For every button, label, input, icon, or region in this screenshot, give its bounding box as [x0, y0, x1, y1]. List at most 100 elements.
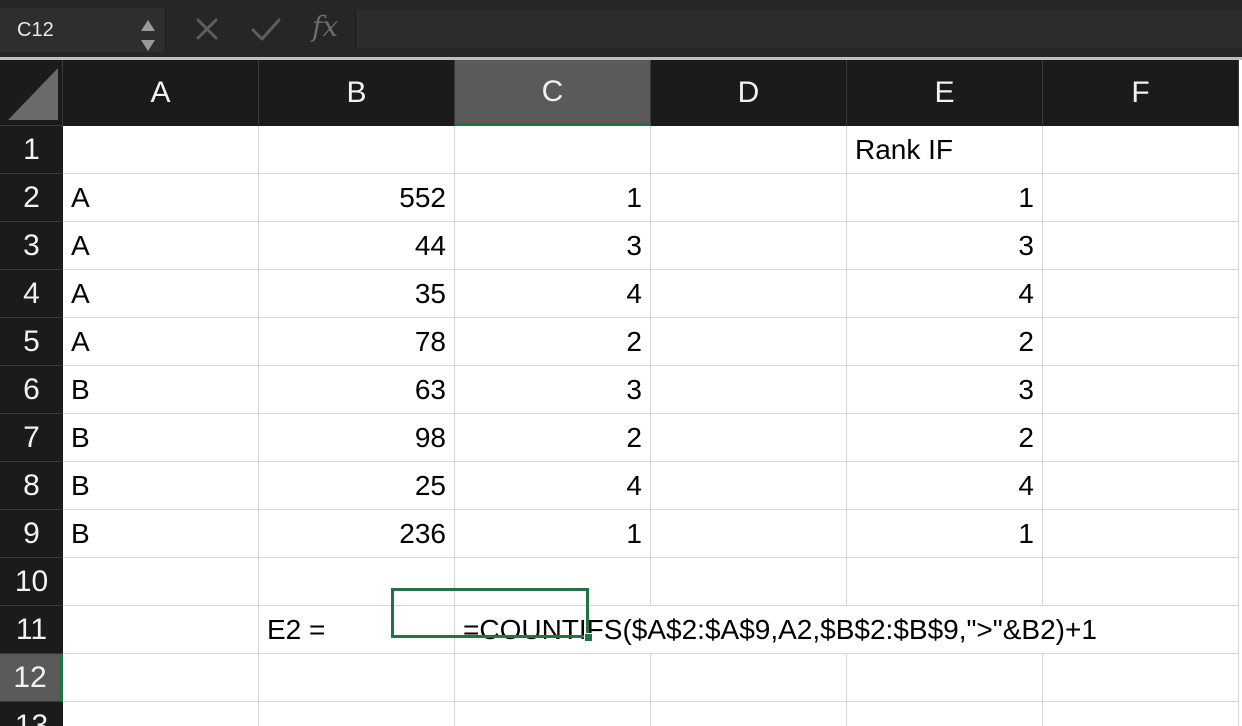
cell-d2[interactable] — [651, 174, 847, 222]
select-all-corner[interactable] — [0, 60, 63, 126]
cell-d7[interactable] — [651, 414, 847, 462]
stepper-icon[interactable] — [139, 18, 157, 54]
row-header-4[interactable]: 4 — [0, 270, 63, 318]
name-box[interactable]: C12 — [0, 8, 166, 52]
column-header-a[interactable]: A — [63, 60, 259, 126]
cell-c3[interactable]: 3 — [455, 222, 651, 270]
cell-a11[interactable] — [63, 606, 259, 654]
row-header-9[interactable]: 9 — [0, 510, 63, 558]
cell-b13[interactable] — [259, 702, 455, 726]
cell-a8[interactable]: B — [63, 462, 259, 510]
cell-e7[interactable]: 2 — [847, 414, 1043, 462]
cell-d3[interactable] — [651, 222, 847, 270]
row-header-11[interactable]: 11 — [0, 606, 63, 654]
cell-d4[interactable] — [651, 270, 847, 318]
column-header-f[interactable]: F — [1043, 60, 1239, 126]
column-header-c[interactable]: C — [455, 60, 651, 126]
insert-function-icon[interactable]: fx — [312, 10, 346, 43]
cell-b12[interactable] — [259, 654, 455, 702]
cell-c4[interactable]: 4 — [455, 270, 651, 318]
cell-a2[interactable]: A — [63, 174, 259, 222]
cell-c2[interactable]: 1 — [455, 174, 651, 222]
row-header-6[interactable]: 6 — [0, 366, 63, 414]
cell-f9[interactable] — [1043, 510, 1239, 558]
row-header-5[interactable]: 5 — [0, 318, 63, 366]
cancel-icon[interactable] — [194, 13, 220, 45]
cell-a7[interactable]: B — [63, 414, 259, 462]
cell-f6[interactable] — [1043, 366, 1239, 414]
cell-f13[interactable] — [1043, 702, 1239, 726]
cell-a6[interactable]: B — [63, 366, 259, 414]
row-header-3[interactable]: 3 — [0, 222, 63, 270]
cell-b8[interactable]: 25 — [259, 462, 455, 510]
cell-e9[interactable]: 1 — [847, 510, 1043, 558]
cell-b10[interactable] — [259, 558, 455, 606]
cell-a1[interactable] — [63, 126, 259, 174]
cell-c10[interactable] — [455, 558, 651, 606]
row-header-7[interactable]: 7 — [0, 414, 63, 462]
cell-b3[interactable]: 44 — [259, 222, 455, 270]
cell-b1[interactable] — [259, 126, 455, 174]
cell-c1[interactable] — [455, 126, 651, 174]
cell-f8[interactable] — [1043, 462, 1239, 510]
row-header-2[interactable]: 2 — [0, 174, 63, 222]
cell-b6[interactable]: 63 — [259, 366, 455, 414]
column-header-d[interactable]: D — [651, 60, 847, 126]
cell-e3[interactable]: 3 — [847, 222, 1043, 270]
row-header-1[interactable]: 1 — [0, 126, 63, 174]
cell-f7[interactable] — [1043, 414, 1239, 462]
cell-e8[interactable]: 4 — [847, 462, 1043, 510]
cell-c6[interactable]: 3 — [455, 366, 651, 414]
cell-e10[interactable] — [847, 558, 1043, 606]
cell-c9[interactable]: 1 — [455, 510, 651, 558]
cell-e5[interactable]: 2 — [847, 318, 1043, 366]
cell-d13[interactable] — [651, 702, 847, 726]
cell-b7[interactable]: 98 — [259, 414, 455, 462]
column-header-b[interactable]: B — [259, 60, 455, 126]
cell-f12[interactable] — [1043, 654, 1239, 702]
cell-e12[interactable] — [847, 654, 1043, 702]
cell-b5[interactable]: 78 — [259, 318, 455, 366]
formula-input[interactable] — [355, 10, 1242, 48]
cell-d6[interactable] — [651, 366, 847, 414]
cell-b9[interactable]: 236 — [259, 510, 455, 558]
cell-c7[interactable]: 2 — [455, 414, 651, 462]
cell-f1[interactable] — [1043, 126, 1239, 174]
cell-c5[interactable]: 2 — [455, 318, 651, 366]
row-header-10[interactable]: 10 — [0, 558, 63, 606]
cell-d8[interactable] — [651, 462, 847, 510]
cell-f5[interactable] — [1043, 318, 1239, 366]
cell-b2[interactable]: 552 — [259, 174, 455, 222]
cell-a13[interactable] — [63, 702, 259, 726]
cell-a10[interactable] — [63, 558, 259, 606]
cell-b4[interactable]: 35 — [259, 270, 455, 318]
row-header-8[interactable]: 8 — [0, 462, 63, 510]
cell-a5[interactable]: A — [63, 318, 259, 366]
fill-handle[interactable] — [584, 633, 593, 642]
cell-c11[interactable]: =COUNTIFS($A$2:$A$9,A2,$B$2:$B$9,">"&B2)… — [455, 606, 1097, 654]
cell-d9[interactable] — [651, 510, 847, 558]
cell-b11[interactable]: E2 = — [259, 606, 455, 654]
cell-d5[interactable] — [651, 318, 847, 366]
enter-check-icon[interactable] — [250, 13, 282, 45]
cell-d10[interactable] — [651, 558, 847, 606]
cell-d12[interactable] — [651, 654, 847, 702]
cell-e6[interactable]: 3 — [847, 366, 1043, 414]
cell-f4[interactable] — [1043, 270, 1239, 318]
row-header-12[interactable]: 12 — [0, 654, 63, 702]
cell-f2[interactable] — [1043, 174, 1239, 222]
row-header-13[interactable]: 13 — [0, 702, 63, 726]
cell-a12[interactable] — [63, 654, 259, 702]
cell-d1[interactable] — [651, 126, 847, 174]
cell-c12[interactable] — [455, 654, 651, 702]
cell-a4[interactable]: A — [63, 270, 259, 318]
cell-e13[interactable] — [847, 702, 1043, 726]
cell-e2[interactable]: 1 — [847, 174, 1043, 222]
cell-a3[interactable]: A — [63, 222, 259, 270]
cell-c8[interactable]: 4 — [455, 462, 651, 510]
cell-f10[interactable] — [1043, 558, 1239, 606]
cell-e1[interactable]: Rank IF — [847, 126, 1043, 174]
cell-e4[interactable]: 4 — [847, 270, 1043, 318]
cell-a9[interactable]: B — [63, 510, 259, 558]
cell-c13[interactable] — [455, 702, 651, 726]
